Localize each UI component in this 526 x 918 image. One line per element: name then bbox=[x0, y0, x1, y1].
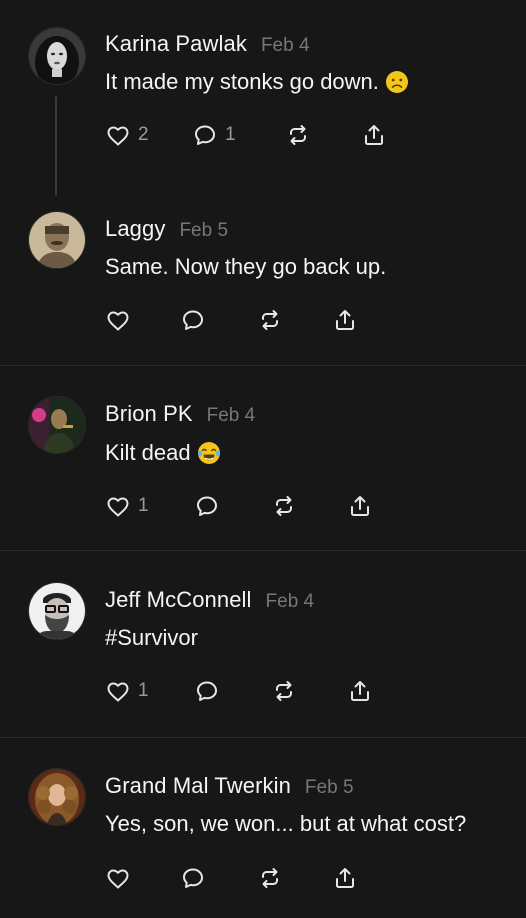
repost-button[interactable] bbox=[270, 492, 298, 520]
post-date: Feb 4 bbox=[265, 591, 315, 612]
heart-icon bbox=[107, 311, 129, 331]
post-date: Feb 5 bbox=[304, 777, 354, 798]
like-count: 2 bbox=[138, 124, 149, 145]
avatar-neon-figure-icon bbox=[29, 397, 85, 453]
thread-connector-line bbox=[55, 96, 57, 196]
post-date: Feb 4 bbox=[206, 405, 256, 426]
like-count: 1 bbox=[138, 680, 149, 701]
like-count: 1 bbox=[138, 495, 149, 516]
comment-icon bbox=[183, 868, 203, 888]
author-name[interactable]: Laggy bbox=[105, 216, 165, 242]
repost-button[interactable] bbox=[256, 864, 284, 892]
avatar[interactable] bbox=[28, 27, 86, 85]
like-button[interactable]: 1 bbox=[104, 677, 149, 705]
frowning-face-emoji-icon bbox=[385, 70, 409, 94]
repost-icon bbox=[262, 310, 278, 330]
like-button[interactable]: 1 bbox=[104, 492, 149, 520]
repost-icon bbox=[290, 125, 306, 145]
avatar-sepia-portrait-icon bbox=[29, 212, 85, 268]
share-icon bbox=[336, 868, 354, 888]
repost-icon bbox=[276, 681, 292, 701]
share-button[interactable] bbox=[360, 121, 388, 149]
replies-feed: Karina Pawlak Feb 4 It made my stonks go… bbox=[0, 0, 526, 918]
repost-icon bbox=[262, 868, 278, 888]
repost-button[interactable] bbox=[270, 677, 298, 705]
share-button[interactable] bbox=[346, 677, 374, 705]
divider bbox=[0, 365, 526, 366]
divider bbox=[0, 550, 526, 551]
post-text: Kilt dead bbox=[105, 440, 221, 466]
author-name[interactable]: Jeff McConnell bbox=[105, 587, 252, 613]
repost-icon bbox=[276, 496, 292, 516]
avatar-woman-dark-hair-icon bbox=[29, 28, 85, 84]
like-button[interactable]: 2 bbox=[104, 121, 149, 149]
comment-icon bbox=[195, 125, 215, 145]
like-button[interactable] bbox=[104, 864, 132, 892]
avatar-bearded-man-glasses-icon bbox=[29, 583, 85, 639]
tears-of-joy-emoji-icon bbox=[197, 441, 221, 465]
heart-icon bbox=[107, 682, 129, 702]
like-button[interactable] bbox=[104, 306, 132, 334]
comment-icon bbox=[197, 496, 217, 516]
heart-icon bbox=[107, 497, 129, 517]
comment-icon bbox=[183, 310, 203, 330]
reply-button[interactable]: 1 bbox=[191, 121, 236, 149]
post-date: Feb 4 bbox=[260, 35, 310, 56]
post-text: Same. Now they go back up. bbox=[105, 254, 387, 279]
repost-button[interactable] bbox=[256, 306, 284, 334]
reply-button[interactable] bbox=[179, 306, 207, 334]
author-name[interactable]: Grand Mal Twerkin bbox=[105, 773, 291, 799]
share-icon bbox=[336, 310, 354, 330]
repost-button[interactable] bbox=[284, 121, 312, 149]
author-name[interactable]: Brion PK bbox=[105, 401, 193, 427]
share-icon bbox=[365, 125, 383, 145]
avatar[interactable] bbox=[28, 396, 86, 454]
avatar-baroque-portrait-icon bbox=[29, 769, 85, 825]
share-icon bbox=[351, 681, 369, 701]
post-text: Yes, son, we won... but at what cost? bbox=[105, 811, 467, 836]
share-button[interactable] bbox=[331, 306, 359, 334]
reply-button[interactable] bbox=[179, 864, 207, 892]
heart-icon bbox=[107, 126, 129, 146]
post-date: Feb 5 bbox=[179, 220, 229, 241]
post-text: It made my stonks go down. bbox=[105, 69, 409, 95]
reply-count: 1 bbox=[225, 124, 236, 145]
reply-button[interactable] bbox=[193, 492, 221, 520]
avatar[interactable] bbox=[28, 768, 86, 826]
share-icon bbox=[351, 496, 369, 516]
divider bbox=[0, 737, 526, 738]
avatar[interactable] bbox=[28, 211, 86, 269]
heart-icon bbox=[107, 869, 129, 889]
post-text: #Survivor bbox=[105, 625, 198, 650]
share-button[interactable] bbox=[331, 864, 359, 892]
author-name[interactable]: Karina Pawlak bbox=[105, 31, 247, 57]
reply-button[interactable] bbox=[193, 677, 221, 705]
comment-icon bbox=[197, 681, 217, 701]
share-button[interactable] bbox=[346, 492, 374, 520]
avatar[interactable] bbox=[28, 582, 86, 640]
